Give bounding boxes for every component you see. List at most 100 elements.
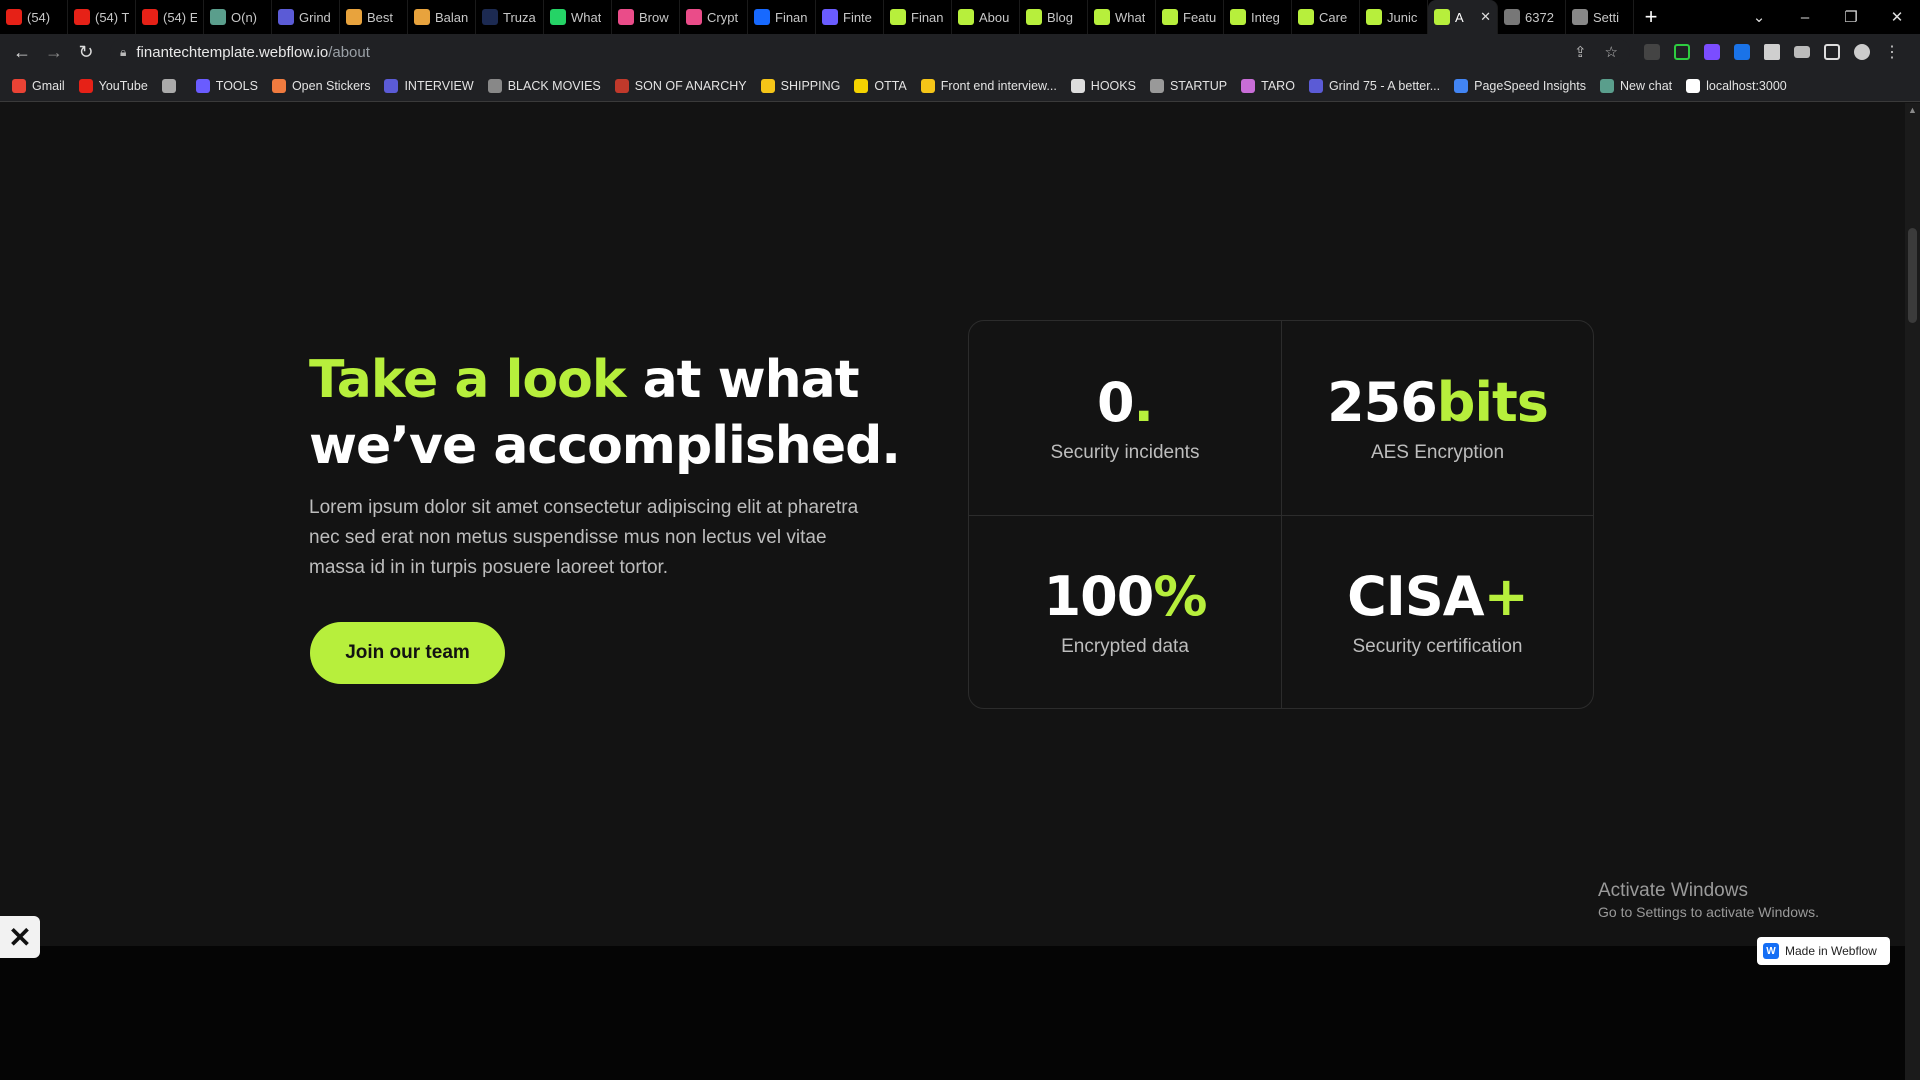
bookmark-star-icon[interactable]: ☆ — [1605, 43, 1618, 61]
tab-search-icon[interactable]: ⌄ — [1736, 8, 1782, 26]
stat-security-incidents: 0. Security incidents — [969, 321, 1281, 515]
stat-aes-encryption: 256bits AES Encryption — [1281, 321, 1593, 515]
made-in-webflow-badge[interactable]: W Made in Webflow — [1757, 937, 1890, 965]
bookmark-item[interactable]: HOOKS — [1070, 78, 1136, 93]
gear-icon — [1572, 9, 1588, 25]
activate-windows-subtitle: Go to Settings to activate Windows. — [1598, 904, 1819, 920]
bookmark-favicon-icon — [487, 78, 502, 93]
tab-title: Truza — [503, 9, 536, 25]
close-window-button[interactable]: ✕ — [1874, 8, 1920, 26]
tab-webflow-template[interactable]: Finan — [884, 0, 952, 34]
tab-dribbble[interactable]: Brow — [612, 0, 680, 34]
bookmarks-bar: Gmail YouTube TOOLS Open Stickers INTERVIEW B… — [0, 70, 1920, 102]
bookmark-label: TARO — [1261, 78, 1295, 93]
restore-button[interactable]: ❐ — [1828, 8, 1874, 26]
page-viewport: Take a look at what we’ve accomplished. … — [0, 103, 1905, 1080]
bookmark-item[interactable]: Open Stickers — [271, 78, 371, 93]
tab-youtube[interactable]: (54) — [0, 0, 68, 34]
bookmark-item[interactable]: Front end interview... — [920, 78, 1057, 93]
side-panel-icon[interactable] — [1824, 44, 1840, 60]
bookmark-favicon-icon — [195, 78, 210, 93]
webflow-template-icon — [1298, 9, 1314, 25]
tab-truza[interactable]: Truza — [476, 0, 544, 34]
reading-list-icon[interactable] — [1794, 46, 1810, 58]
tab-behance[interactable]: Finan — [748, 0, 816, 34]
profile-avatar-icon[interactable] — [1854, 44, 1870, 60]
bookmark-item[interactable]: YouTube — [78, 78, 148, 93]
tab-grind75[interactable]: Grind — [272, 0, 340, 34]
stat-security-certification: CISA+ Security certification — [1281, 514, 1593, 708]
extension-download-icon[interactable] — [1704, 44, 1720, 60]
tab-title: Blog — [1047, 9, 1074, 25]
new-tab-button[interactable]: + — [1634, 0, 1668, 34]
bookmark-item[interactable]: BLACK MOVIES — [487, 78, 601, 93]
tab-arrow[interactable]: Best — [340, 0, 408, 34]
reload-button[interactable]: ↻ — [70, 42, 102, 63]
extension-x-icon[interactable] — [1734, 44, 1750, 60]
extension-icon[interactable] — [1644, 44, 1660, 60]
close-tab-icon[interactable]: ✕ — [1480, 9, 1491, 25]
tab-youtube[interactable]: (54) T — [68, 0, 136, 34]
bookmark-label: Gmail — [32, 78, 65, 93]
tab-youtube[interactable]: (54) E — [136, 0, 204, 34]
tab-webflow-template[interactable]: Junic — [1360, 0, 1428, 34]
tab-whatsapp[interactable]: What — [544, 0, 612, 34]
scroll-thumb[interactable] — [1908, 228, 1917, 323]
bookmark-label: localhost:3000 — [1706, 78, 1787, 93]
bookmark-item[interactable]: SHIPPING — [760, 78, 840, 93]
bookmark-label: Grind 75 - A better... — [1328, 78, 1441, 93]
bookmark-label: Open Stickers — [291, 78, 371, 93]
bookmark-item[interactable]: TARO — [1241, 78, 1295, 93]
bookmark-item[interactable]: TOOLS — [195, 78, 258, 93]
bookmark-item[interactable]: INTERVIEW — [384, 78, 474, 93]
tab-webflow-template[interactable]: Abou — [952, 0, 1020, 34]
bookmark-item[interactable]: Gmail — [12, 78, 65, 93]
page-scrollbar[interactable]: ▲ — [1905, 103, 1920, 1080]
bookmark-item[interactable]: SON OF ANARCHY — [614, 78, 747, 93]
stat-value: 256bits — [1327, 370, 1549, 434]
chatgpt-icon — [210, 9, 226, 25]
tab-dribbble[interactable]: Crypt — [680, 0, 748, 34]
back-button[interactable]: ← — [6, 42, 38, 63]
bookmark-item[interactable]: STARTUP — [1149, 78, 1227, 93]
tab-title: Junic — [1387, 9, 1418, 25]
youtube-icon — [74, 9, 90, 25]
tab-webflow-template[interactable]: What — [1088, 0, 1156, 34]
bookmark-item[interactable]: PageSpeed Insights — [1454, 78, 1586, 93]
tab-title: Finte — [843, 9, 872, 25]
bookmark-item[interactable]: Grind 75 - A better... — [1308, 78, 1441, 93]
lock-icon[interactable]: 🔒︎ — [120, 45, 126, 60]
tab-title: Brow — [639, 9, 669, 25]
join-team-button[interactable]: Join our team — [310, 622, 505, 684]
tab-globe[interactable]: 6372 — [1498, 0, 1566, 34]
webflow-template-icon — [1434, 9, 1450, 25]
tab-webflow-template[interactable]: Integ — [1224, 0, 1292, 34]
tab-title: Crypt — [707, 9, 739, 25]
extension-sync-icon[interactable] — [1674, 44, 1690, 60]
bookmark-label: INTERVIEW — [404, 78, 474, 93]
tab-gear[interactable]: Setti — [1566, 0, 1634, 34]
bookmark-item[interactable]: OTTA — [854, 78, 907, 93]
tab-webflow-template[interactable]: Featu — [1156, 0, 1224, 34]
tab-webflow-template[interactable]: Care — [1292, 0, 1360, 34]
forward-button[interactable]: → — [38, 42, 70, 63]
headline-accent: Take a look — [309, 350, 626, 410]
tab-webflow-template[interactable]: Blog — [1020, 0, 1088, 34]
tab-arrow[interactable]: Balan — [408, 0, 476, 34]
address-bar[interactable]: 🔒︎ finantechtemplate.webflow.io/about ⇪ … — [110, 38, 1630, 66]
puzzle-icon[interactable] — [1764, 44, 1780, 60]
tab-webflow-template[interactable]: A ✕ — [1428, 0, 1498, 34]
minimize-button[interactable]: – — [1782, 9, 1828, 26]
dribbble-icon — [686, 9, 702, 25]
stat-value: 0. — [1096, 370, 1154, 434]
bookmark-item[interactable]: localhost:3000 — [1686, 78, 1787, 93]
tab-chatgpt[interactable]: O(n) — [204, 0, 272, 34]
scroll-up-arrow-icon[interactable]: ▲ — [1908, 105, 1917, 115]
menu-kebab-icon[interactable]: ⋮ — [1884, 42, 1900, 62]
bookmark-item[interactable]: New chat — [1600, 78, 1672, 93]
bookmark-item[interactable] — [161, 78, 182, 93]
close-x-icon[interactable]: ✕ — [0, 916, 40, 958]
stats-grid: 0. Security incidents 256bits AES Encryp… — [968, 320, 1594, 709]
tab-dots[interactable]: Finte — [816, 0, 884, 34]
share-icon[interactable]: ⇪ — [1574, 43, 1587, 61]
